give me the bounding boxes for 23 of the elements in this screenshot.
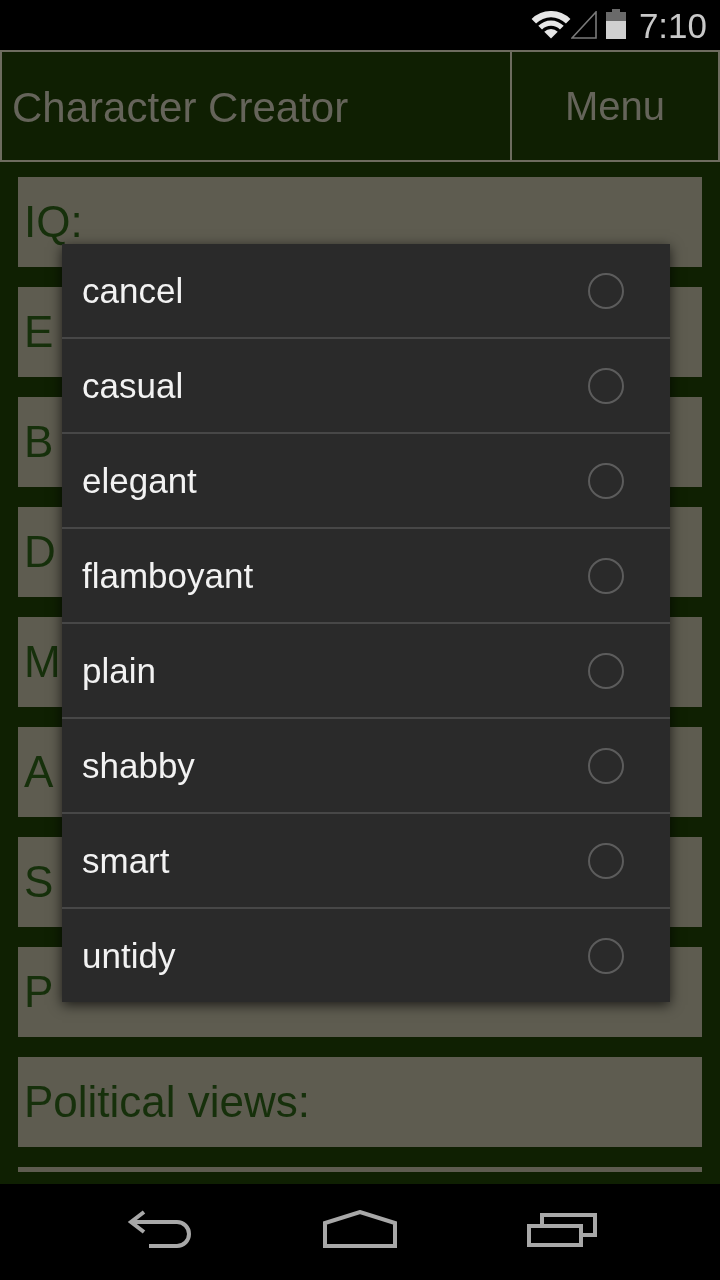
radio-icon[interactable] [588, 367, 624, 404]
choice-option[interactable]: flamboyant [62, 527, 670, 622]
back-icon[interactable] [127, 1210, 193, 1248]
recent-apps-icon[interactable] [527, 1211, 597, 1247]
signal-icon [570, 11, 597, 39]
home-icon[interactable] [323, 1210, 397, 1248]
choice-option[interactable]: untidy [62, 907, 670, 1002]
radio-icon[interactable] [588, 272, 624, 309]
choice-option[interactable]: plain [62, 622, 670, 717]
radio-icon[interactable] [588, 842, 624, 879]
battery-icon [605, 9, 626, 39]
clock-time: 7:10 [638, 7, 707, 43]
radio-icon[interactable] [588, 937, 624, 974]
radio-icon[interactable] [588, 557, 624, 594]
choice-option[interactable]: elegant [62, 432, 670, 527]
choice-option[interactable]: casual [62, 337, 670, 432]
choice-option[interactable]: shabby [62, 717, 670, 812]
choice-option[interactable]: smart [62, 812, 670, 907]
wifi-icon [530, 11, 571, 39]
radio-icon[interactable] [588, 652, 624, 689]
radio-icon[interactable] [588, 462, 624, 499]
radio-icon[interactable] [588, 747, 624, 784]
app-title: Character Creator [11, 83, 350, 133]
